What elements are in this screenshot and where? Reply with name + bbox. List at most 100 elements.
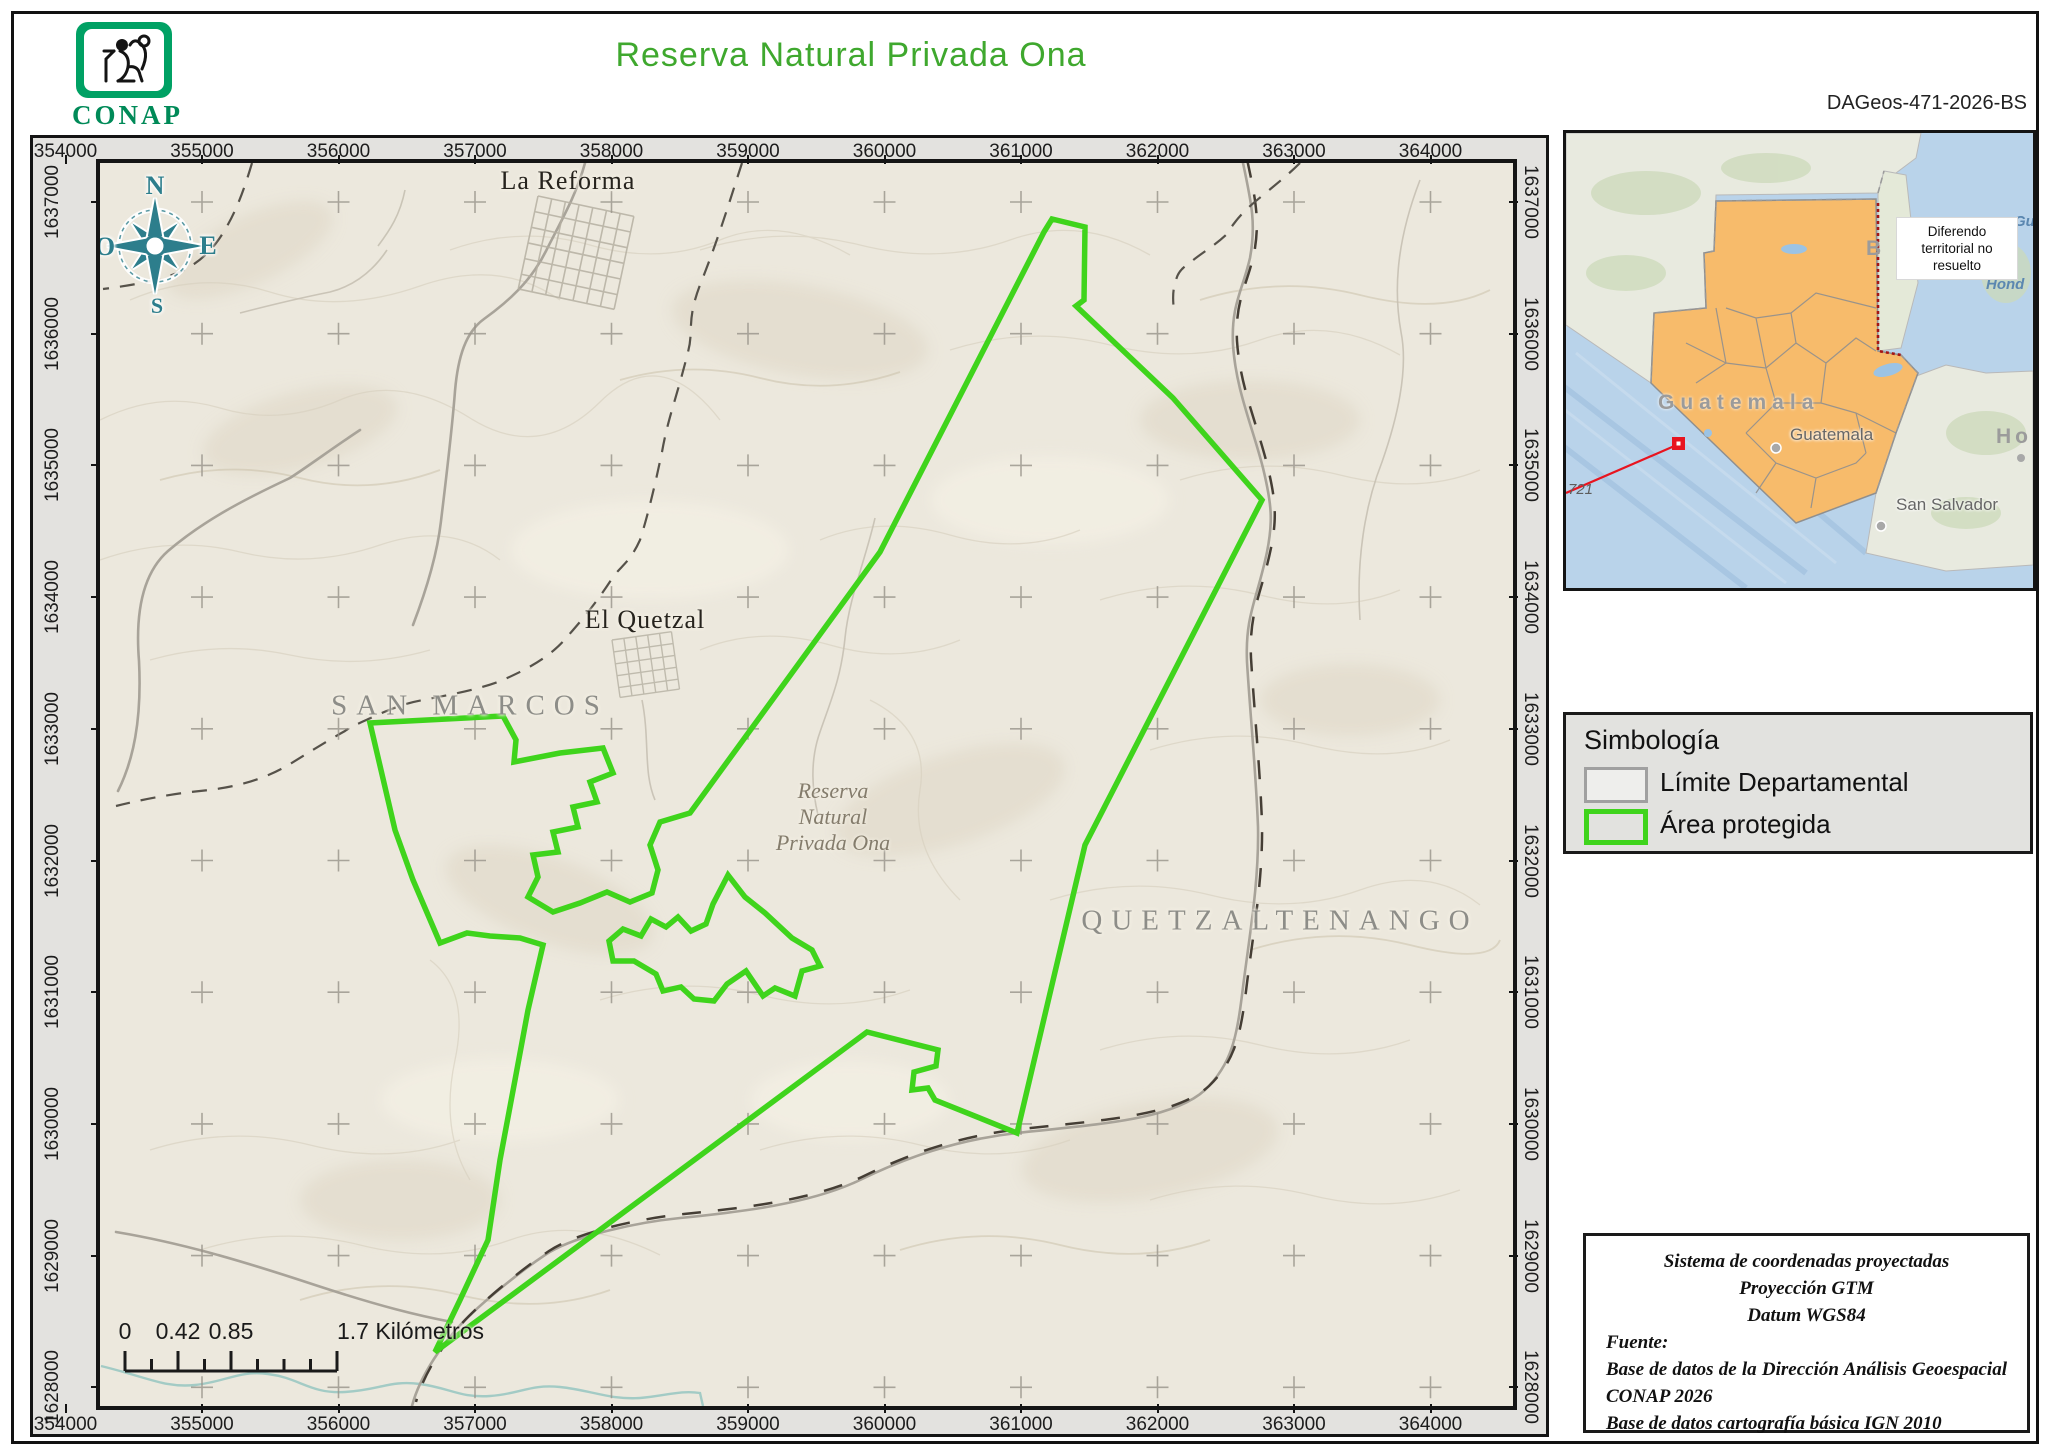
reserve-name-label: Reserva Natural Privada Ona (776, 778, 890, 856)
axis-label-bottom-364000: 364000 (1399, 1414, 1462, 1436)
roads (116, 163, 1271, 1406)
axis-label-bottom-363000: 363000 (1262, 1414, 1325, 1436)
scale-label-085: 0.85 (209, 1318, 254, 1345)
grid-tick (91, 991, 100, 993)
inset-map-graphic (1566, 133, 2033, 588)
grid-tick (91, 728, 100, 730)
inset-capital-label: Guatemala (1790, 425, 1873, 445)
grid-tick (611, 1404, 613, 1413)
grid-tick (1293, 1404, 1295, 1413)
inset-depth-label: 721 (1568, 481, 1593, 498)
place-label-la-reforma: La Reforma (501, 166, 636, 196)
grid-tick (1509, 1386, 1518, 1388)
territorial-note-box: Diferendo territorial no resuelto (1896, 217, 2018, 280)
grid-tick (91, 860, 100, 862)
grid-tick (1430, 155, 1432, 164)
grid-tick (1157, 155, 1159, 164)
axis-label-right-1636000: 1636000 (1519, 297, 1541, 371)
departmental-limit-label: Límite Departamental (1660, 767, 1909, 798)
grid-tick (201, 1404, 203, 1413)
monkey-icon (84, 29, 164, 91)
compass-west-label: O (96, 232, 115, 262)
place-label-el-quetzal: El Quetzal (585, 605, 705, 635)
grid-tick (338, 155, 340, 164)
axis-label-left-1630000: 1630000 (42, 1087, 64, 1161)
inset-country-label: Guatemala (1658, 391, 1819, 415)
grid-tick (747, 155, 749, 164)
departmental-limit-swatch (1584, 767, 1648, 803)
axis-label-bottom-362000: 362000 (1126, 1414, 1189, 1436)
axis-label-left-1636000: 1636000 (42, 297, 64, 371)
page: CONAP Reserva Natural Privada Ona DAGeos… (0, 0, 2048, 1452)
axis-label-bottom-356000: 356000 (307, 1414, 370, 1436)
axis-label-bottom-355000: 355000 (170, 1414, 233, 1436)
axis-label-left-1631000: 1631000 (42, 955, 64, 1029)
conap-logo (76, 22, 172, 98)
grid-tick (1509, 728, 1518, 730)
axis-label-right-1633000: 1633000 (1519, 692, 1541, 766)
scale-bar (125, 1351, 337, 1371)
grid-tick (91, 464, 100, 466)
compass-north-label: N (146, 171, 165, 201)
credits-box: Sistema de coordenadas proyectadas Proye… (1583, 1233, 2030, 1433)
axis-label-right-1634000: 1634000 (1519, 560, 1541, 634)
axis-label-bottom-357000: 357000 (443, 1414, 506, 1436)
map-frame: La Reforma El Quetzal SAN MARCOS QUETZAL… (30, 135, 1549, 1437)
grid-tick (1509, 596, 1518, 598)
grid-tick (65, 155, 67, 164)
axis-label-bottom-361000: 361000 (989, 1414, 1052, 1436)
axis-label-right-1630000: 1630000 (1519, 1087, 1541, 1161)
axis-label-right-1629000: 1629000 (1519, 1219, 1541, 1293)
grid-tick (65, 1404, 67, 1413)
inset-belize-label: B (1866, 237, 1885, 261)
department-label-quetzaltenango: QUETZALTENANGO (1081, 905, 1478, 938)
axis-label-left-1628000: 1628000 (42, 1350, 64, 1424)
inset-honduras-label: Ho (1996, 425, 2032, 449)
axis-label-bottom-358000: 358000 (580, 1414, 643, 1436)
city-dot-edge (2017, 454, 2025, 462)
credits-coord-system: Sistema de coordenadas proyectadas (1606, 1248, 2007, 1275)
grid-tick (91, 1255, 100, 1257)
grid-tick (91, 333, 100, 335)
compass-east-label: E (199, 231, 216, 261)
grid-tick (1509, 201, 1518, 203)
grid-tick (884, 155, 886, 164)
axis-label-right-1628000: 1628000 (1519, 1350, 1541, 1424)
credits-projection: Proyección GTM (1606, 1275, 2007, 1302)
grid-tick (91, 1386, 100, 1388)
axis-label-left-1637000: 1637000 (42, 165, 64, 239)
grid-tick (338, 1404, 340, 1413)
grid-tick (201, 155, 203, 164)
inset-san-salvador-label: San Salvador (1896, 495, 1998, 515)
grid-tick (474, 155, 476, 164)
grid-tick (1157, 1404, 1159, 1413)
credits-source-title: Fuente: (1606, 1329, 2007, 1356)
grid-tick (1509, 991, 1518, 993)
scale-label-042: 0.42 (156, 1318, 201, 1345)
san-salvador-dot (1876, 521, 1886, 531)
grid-tick (1509, 464, 1518, 466)
grid-tick (91, 1123, 100, 1125)
axis-label-left-1634000: 1634000 (42, 560, 64, 634)
axis-label-bottom-359000: 359000 (716, 1414, 779, 1436)
grid-tick (1509, 1123, 1518, 1125)
credits-source-2: Base de datos cartografía básica IGN 201… (1606, 1410, 2007, 1437)
legend: Simbología Límite Departamental Área pro… (1563, 712, 2033, 854)
scale-label-17km: 1.7 Kilómetros (337, 1318, 484, 1345)
grid-tick (1020, 1404, 1022, 1413)
grid-tick (1509, 333, 1518, 335)
locator-inset-map: Guatemala Guatemala San Salvador Ho B Ho… (1563, 130, 2036, 591)
grid-tick (1293, 155, 1295, 164)
grid-tick (1430, 1404, 1432, 1413)
town-streets-el-quetzal (612, 632, 679, 698)
note-line2: territorial no (1899, 240, 2015, 257)
document-code: DAGeos-471-2026-BS (1827, 92, 2027, 115)
map-canvas: La Reforma El Quetzal SAN MARCOS QUETZAL… (96, 159, 1517, 1410)
protected-area-swatch (1584, 809, 1648, 845)
axis-label-right-1637000: 1637000 (1519, 165, 1541, 239)
conap-logo-panel (84, 29, 164, 91)
protected-area-label: Área protegida (1660, 809, 1831, 840)
reserve-name-line3: Privada Ona (776, 830, 890, 856)
conap-wordmark: CONAP (72, 100, 232, 131)
axis-label-right-1632000: 1632000 (1519, 824, 1541, 898)
